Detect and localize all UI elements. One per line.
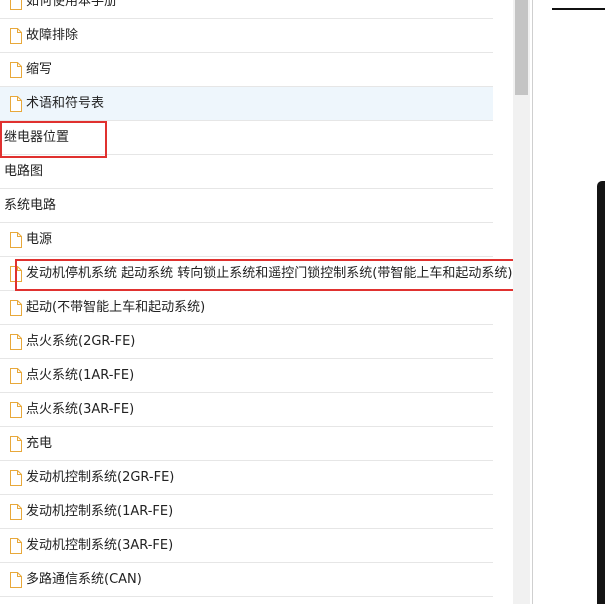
tree-item-document[interactable]: 点火系统(3AR-FE) xyxy=(0,393,493,427)
document-icon xyxy=(10,299,22,316)
document-tree-pane: 如何使用本手册故障排除缩写术语和符号表继电器位置电路图系统电路电源发动机停机系统… xyxy=(0,0,513,604)
tree-item-label: 发动机停机系统 起动系统 转向锁止系统和遥控门锁控制系统(带智能上车和起动系统) xyxy=(26,266,513,281)
document-icon xyxy=(10,571,22,588)
document-icon xyxy=(10,469,22,486)
document-icon xyxy=(10,61,22,78)
tree-item-document[interactable]: 多路通信系统(CAN) xyxy=(0,563,493,597)
tree-item-document[interactable]: 起动(不带智能上车和起动系统) xyxy=(0,291,493,325)
tree-item-document[interactable]: 发动机控制系统(1AR-FE) xyxy=(0,495,493,529)
tree-item-document[interactable]: 发动机控制系统(2GR-FE) xyxy=(0,461,493,495)
document-icon xyxy=(10,435,22,452)
tree-item-category[interactable]: 继电器位置 xyxy=(0,121,493,155)
tree-item-category[interactable]: 电路图 xyxy=(0,155,493,189)
tree-item-label: 系统电路 xyxy=(4,198,57,213)
tree-item-label: 电路图 xyxy=(4,164,44,179)
tree-item-document[interactable]: 故障排除 xyxy=(0,19,493,53)
content-dark-panel xyxy=(597,181,605,604)
tree-item-label: 缩写 xyxy=(26,62,53,77)
pane-divider[interactable] xyxy=(532,0,533,604)
tree-item-label: 点火系统(1AR-FE) xyxy=(26,368,135,383)
tree-item-label: 如何使用本手册 xyxy=(26,0,118,9)
document-icon xyxy=(10,27,22,44)
tree-item-label: 发动机控制系统(3AR-FE) xyxy=(26,538,174,553)
document-icon xyxy=(10,401,22,418)
tree-item-document[interactable]: 充电 xyxy=(0,427,493,461)
tree-item-document[interactable]: 术语和符号表 xyxy=(0,87,493,121)
vertical-scrollbar[interactable] xyxy=(513,0,530,604)
tree-item-label: 术语和符号表 xyxy=(26,96,105,111)
content-top-rule xyxy=(552,8,605,10)
tree-item-document[interactable]: 发动机控制系统(3AR-FE) xyxy=(0,529,493,563)
tree-item-label: 点火系统(3AR-FE) xyxy=(26,402,135,417)
tree-item-label: 起动(不带智能上车和起动系统) xyxy=(26,300,206,315)
tree-item-label: 发动机控制系统(2GR-FE) xyxy=(26,470,175,485)
document-icon xyxy=(10,537,22,554)
tree-item-label: 多路通信系统(CAN) xyxy=(26,572,142,587)
tree-item-category[interactable]: 系统电路 xyxy=(0,189,493,223)
tree-item-label: 发动机控制系统(1AR-FE) xyxy=(26,504,174,519)
document-icon xyxy=(10,333,22,350)
content-pane xyxy=(530,0,605,604)
tree-item-document[interactable]: 发动机停机系统 起动系统 转向锁止系统和遥控门锁控制系统(带智能上车和起动系统) xyxy=(0,257,512,291)
document-icon xyxy=(10,231,22,248)
tree-item-document[interactable]: 电源 xyxy=(0,223,493,257)
tree-item-label: 电源 xyxy=(26,232,53,247)
document-icon xyxy=(10,265,22,282)
document-icon xyxy=(10,0,22,10)
tree-item-document[interactable]: 如何使用本手册 xyxy=(0,0,493,19)
tree-item-document[interactable]: 点火系统(1AR-FE) xyxy=(0,359,493,393)
tree-item-label: 充电 xyxy=(26,436,53,451)
scrollbar-thumb[interactable] xyxy=(515,0,528,95)
tree-list: 如何使用本手册故障排除缩写术语和符号表继电器位置电路图系统电路电源发动机停机系统… xyxy=(0,0,512,597)
tree-item-document[interactable]: 点火系统(2GR-FE) xyxy=(0,325,493,359)
document-icon xyxy=(10,367,22,384)
document-icon xyxy=(10,503,22,520)
tree-item-label: 点火系统(2GR-FE) xyxy=(26,334,136,349)
document-icon xyxy=(10,95,22,112)
tree-item-document[interactable]: 缩写 xyxy=(0,53,493,87)
tree-item-label: 故障排除 xyxy=(26,28,79,43)
tree-item-label: 继电器位置 xyxy=(4,130,70,145)
